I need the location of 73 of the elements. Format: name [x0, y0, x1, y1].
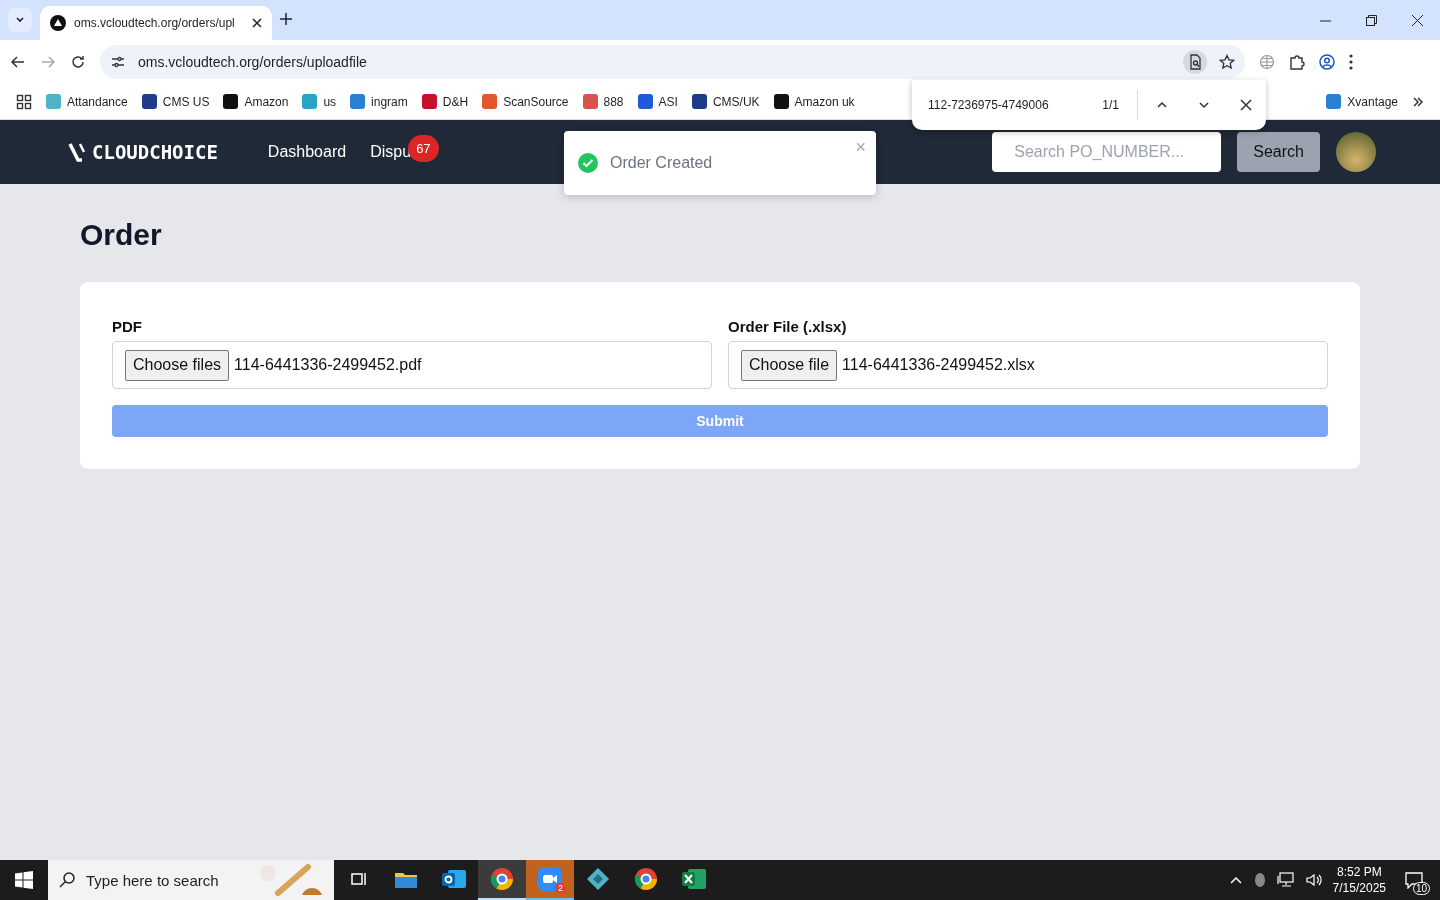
match-count: 1/1 — [1102, 98, 1119, 112]
restore-icon[interactable] — [1365, 14, 1377, 26]
nav-link[interactable]: Dashboard — [267, 143, 347, 160]
notification-count: 10 — [1412, 882, 1430, 895]
notification-badge: 2 — [555, 883, 566, 893]
search-icon[interactable] — [58, 871, 76, 889]
address-bar[interactable]: oms.vcloudtech.org/orders/uploadfile — [100, 45, 1245, 79]
close-icon[interactable] — [252, 18, 262, 28]
browser-icon[interactable] — [634, 867, 658, 891]
speaker-icon[interactable] — [1304, 872, 1323, 888]
bookmark[interactable]: ASI — [637, 94, 678, 109]
chevron-down-icon — [15, 15, 25, 25]
bookmark[interactable]: ingram — [350, 94, 408, 109]
url-text: oms.vcloudtech.org/orders/uploadfile — [138, 54, 368, 70]
clock-time[interactable]: 8:52 PM — [1336, 864, 1382, 880]
spreadsheet-app-icon[interactable] — [682, 868, 706, 890]
profile-icon[interactable] — [1319, 54, 1335, 70]
bookmark[interactable]: 888 — [582, 94, 624, 109]
taskbar-app[interactable] — [478, 860, 526, 900]
bookmark[interactable]: Xvantage — [1326, 94, 1398, 109]
bookmark[interactable]: Amazon — [223, 94, 289, 109]
toast-message: Order Created — [610, 154, 713, 172]
chevron-double-right-icon[interactable] — [1412, 95, 1424, 108]
choose-file-button[interactable]: Choose file — [741, 349, 838, 381]
triangle-logo-icon — [50, 15, 66, 31]
file-input[interactable]: Choose file 114-6441336-2499452.xlsx — [728, 341, 1328, 389]
browser-tab[interactable]: oms.vcloudtech.org/orders/upl — [40, 6, 272, 40]
tab-title: oms.vcloudtech.org/orders/upl — [74, 16, 236, 30]
search-button[interactable]: Search — [1237, 132, 1320, 172]
more-menu-icon[interactable] — [1349, 54, 1353, 70]
baseball-drawing — [258, 863, 324, 897]
avatar-photo-placeholder[interactable] — [1336, 132, 1376, 172]
find-query-field[interactable]: 112-7236975-4749006 — [928, 98, 1095, 112]
bookmark[interactable]: ScanSource — [482, 94, 569, 109]
star-icon[interactable] — [1219, 54, 1235, 70]
bookmark[interactable]: CMS US — [141, 94, 210, 109]
browser-icon[interactable] — [490, 867, 514, 891]
page-title: Order — [80, 218, 163, 252]
file-name: 114-6441336-2499452.pdf — [234, 356, 422, 374]
file-name: 114-6441336-2499452.xlsx — [842, 356, 1035, 374]
chevron-down-icon[interactable] — [1198, 99, 1210, 111]
search-field[interactable]: Search PO_NUMBER... — [992, 132, 1222, 172]
taskbar-search-field[interactable]: Type here to search — [48, 860, 334, 900]
choose-file-button[interactable]: Choose files — [125, 349, 230, 381]
bookmark[interactable]: D&H — [421, 94, 469, 109]
tab-search-button[interactable] — [8, 8, 32, 32]
video-app-icon[interactable] — [538, 867, 562, 891]
close-icon[interactable] — [1240, 99, 1252, 111]
reload-icon[interactable] — [70, 54, 86, 70]
check-circle-icon — [578, 153, 598, 173]
bookmark[interactable]: CMS/UK — [691, 94, 760, 109]
close-icon[interactable] — [1411, 14, 1423, 26]
clock-date[interactable]: 7/15/2025 — [1332, 880, 1386, 896]
search-placeholder: Type here to search — [86, 871, 220, 889]
cloudchoice-logo[interactable]: CLOUDCHOICE — [68, 141, 218, 163]
bookmark[interactable]: Attandance — [46, 94, 128, 109]
site-settings-icon — [110, 54, 126, 70]
puzzle-icon[interactable] — [1289, 54, 1305, 70]
bookmark[interactable]: Amazon uk — [773, 94, 855, 109]
file-input[interactable]: Choose files 114-6441336-2499452.pdf — [112, 341, 712, 389]
mail-app-icon[interactable] — [442, 868, 466, 890]
field-label: PDF — [112, 318, 143, 335]
diamond-app-icon[interactable] — [586, 867, 610, 891]
windows-logo-icon — [15, 871, 33, 889]
taskbar-app[interactable]: 2 — [526, 860, 574, 900]
bookmark[interactable]: us — [302, 94, 337, 109]
apps-grid-icon[interactable] — [16, 93, 32, 110]
field-label: Order File (.xlsx) — [728, 318, 848, 335]
plus-icon[interactable] — [280, 13, 292, 25]
network-icon[interactable] — [1276, 872, 1295, 888]
find-in-page-icon[interactable] — [1187, 54, 1203, 70]
globe-icon[interactable] — [1259, 54, 1275, 70]
back-arrow-icon[interactable] — [10, 54, 26, 70]
